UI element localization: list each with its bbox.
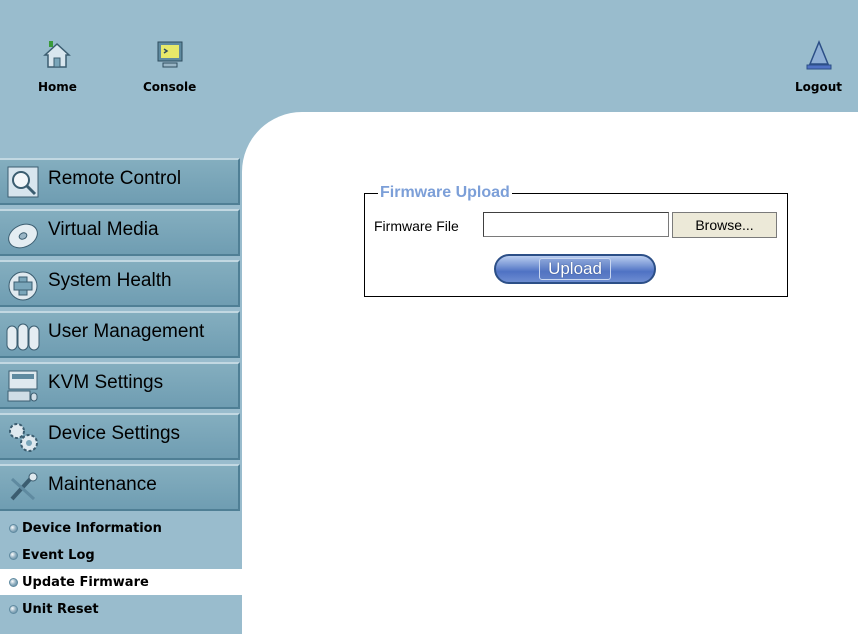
- console-link[interactable]: Console: [143, 40, 196, 94]
- header-bar: [0, 0, 858, 112]
- submenu-unit-reset[interactable]: Unit Reset: [0, 596, 242, 622]
- tools-icon: [10, 472, 38, 500]
- gears-icon: [9, 422, 38, 452]
- browse-button[interactable]: Browse...: [672, 212, 777, 238]
- home-label: Home: [38, 80, 77, 94]
- firmware-file-label: Firmware File: [374, 218, 459, 234]
- submenu-label: Update Firmware: [22, 574, 149, 590]
- submenu-device-information[interactable]: Device Information: [0, 515, 242, 541]
- submenu-label: Event Log: [22, 547, 95, 563]
- submenu-update-firmware[interactable]: Update Firmware: [0, 569, 242, 595]
- magnifier-icon: [7, 166, 39, 197]
- logout-icon: [806, 40, 831, 70]
- logout-link[interactable]: Logout: [795, 40, 842, 94]
- upload-button-label: Upload: [539, 258, 611, 280]
- sidebar-item-label: Maintenance: [48, 473, 157, 495]
- sidebar-item-label: KVM Settings: [48, 371, 164, 393]
- health-cross-icon: [8, 271, 38, 300]
- submenu-event-log[interactable]: Event Log: [0, 542, 242, 568]
- content-corner: [242, 112, 362, 232]
- submenu-label: Unit Reset: [22, 601, 99, 617]
- sidebar-item-label: Virtual Media: [48, 218, 159, 240]
- home-icon: [43, 41, 72, 68]
- home-link[interactable]: Home: [38, 40, 77, 94]
- sidebar-item-label: Remote Control: [48, 167, 182, 189]
- sidebar-item-label: Device Settings: [48, 422, 181, 444]
- users-icon: [6, 323, 40, 350]
- firmware-file-input[interactable]: [483, 212, 669, 237]
- sidebar-item-maintenance[interactable]: Maintenance: [0, 464, 240, 511]
- sidebar-item-label: System Health: [48, 269, 172, 291]
- sidebar-item-remote-control[interactable]: Remote Control: [0, 158, 240, 205]
- upload-button[interactable]: Upload: [494, 254, 656, 284]
- submenu-label: Device Information: [22, 520, 162, 536]
- sidebar-item-device-settings[interactable]: Device Settings: [0, 413, 240, 460]
- keyboard-monitor-icon: [7, 370, 38, 401]
- sidebar-item-label: User Management: [48, 320, 205, 342]
- firmware-upload-legend: Firmware Upload: [378, 184, 512, 202]
- sidebar-item-system-health[interactable]: System Health: [0, 260, 240, 307]
- bullet-icon: [9, 577, 18, 587]
- bullet-icon: [9, 523, 18, 533]
- disc-icon: [8, 223, 38, 248]
- logout-label: Logout: [795, 80, 843, 94]
- sidebar-item-virtual-media[interactable]: Virtual Media: [0, 209, 240, 256]
- sidebar-item-kvm-settings[interactable]: KVM Settings: [0, 362, 240, 409]
- console-icon: [157, 41, 183, 68]
- bullet-icon: [9, 550, 18, 560]
- console-label: Console: [143, 80, 197, 94]
- sidebar-item-user-management[interactable]: User Management: [0, 311, 240, 358]
- bullet-icon: [9, 604, 18, 614]
